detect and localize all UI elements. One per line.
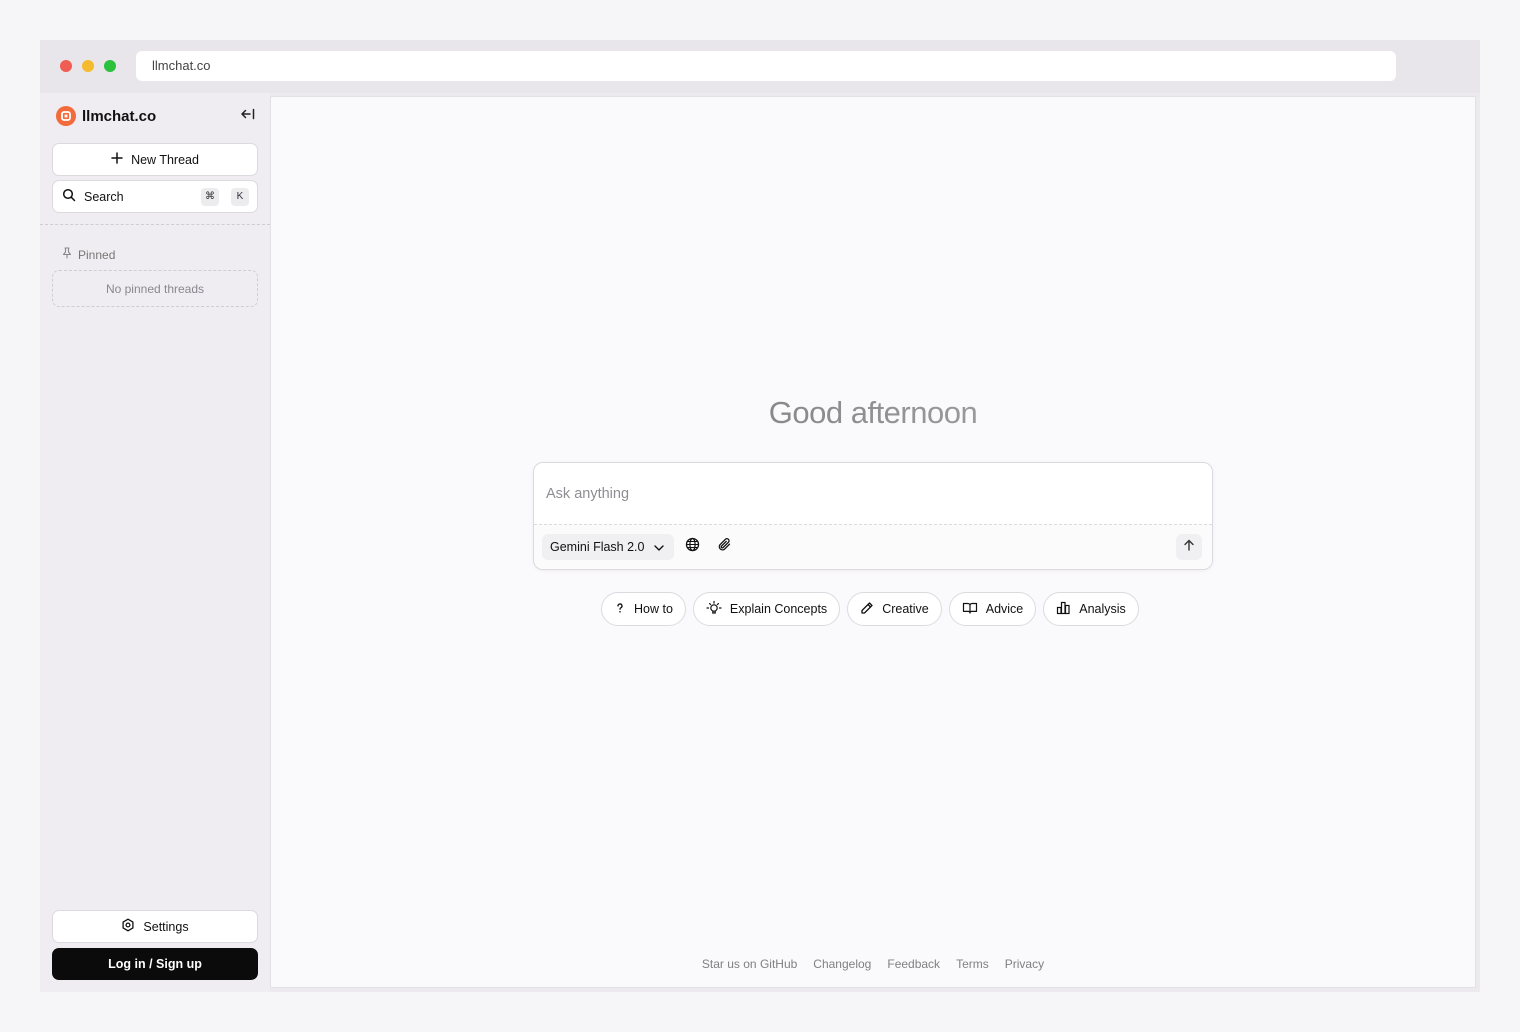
sidebar: llmchat.co New Thread Search ⌘ K Pinned … [40,93,270,992]
book-icon [962,601,978,618]
pencil-icon [860,601,874,618]
shortcut-k-key: K [231,187,249,206]
settings-gear-icon [121,918,135,935]
new-thread-button[interactable]: New Thread [52,143,258,176]
brand[interactable]: llmchat.co [56,106,156,126]
footer-link-terms[interactable]: Terms [956,957,989,971]
greeting-heading: Good afternoon [271,395,1475,431]
settings-button[interactable]: Settings [52,910,258,943]
chip-label: Advice [985,602,1024,616]
arrow-left-to-line-icon [240,107,256,126]
footer-links: Star us on GitHub Changelog Feedback Ter… [271,957,1475,971]
browser-window: llmchat.co llmchat.co New Thread Search [40,40,1480,992]
pin-icon [62,247,72,262]
suggestion-chips: How to Explain Concepts Creative Advice [601,592,1139,626]
arrow-up-icon [1183,538,1195,556]
chip-label: Explain Concepts [729,602,828,616]
chip-label: Creative [882,602,929,616]
prompt-input[interactable] [534,463,1212,524]
attach-file-button[interactable] [713,536,735,558]
shortcut-cmd-key: ⌘ [201,187,219,206]
chip-analysis[interactable]: Analysis [1043,592,1139,626]
plus-icon [111,152,123,167]
pinned-label: Pinned [78,247,116,262]
bar-chart-icon [1056,601,1071,618]
sidebar-divider [40,224,270,225]
chip-label: Analysis [1079,602,1126,616]
chat-composer: Gemini Flash 2.0 [533,462,1213,570]
maximize-window-button[interactable] [104,60,116,72]
chevron-down-icon [654,540,665,554]
main-panel: Good afternoon Gemini Flash 2.0 [270,96,1476,988]
footer-link-feedback[interactable]: Feedback [887,957,940,971]
login-signup-button[interactable]: Log in / Sign up [52,948,258,980]
address-bar[interactable]: llmchat.co [136,51,1396,81]
chip-creative[interactable]: Creative [847,592,942,626]
search-label: Search [84,189,124,204]
send-button[interactable] [1176,534,1202,560]
model-selector-label: Gemini Flash 2.0 [550,540,645,554]
minimize-window-button[interactable] [82,60,94,72]
pinned-empty-state: No pinned threads [52,270,258,307]
brand-logo-icon [56,106,76,126]
search-button[interactable]: Search ⌘ K [52,180,258,213]
chip-explain-concepts[interactable]: Explain Concepts [692,592,841,626]
question-icon [614,602,626,617]
chip-advice[interactable]: Advice [948,592,1037,626]
footer-link-github[interactable]: Star us on GitHub [702,957,797,971]
close-window-button[interactable] [60,60,72,72]
paperclip-icon [717,537,732,557]
web-search-toggle[interactable] [681,536,703,558]
chip-how-to[interactable]: How to [601,592,686,626]
composer-toolbar: Gemini Flash 2.0 [534,524,1212,569]
browser-titlebar: llmchat.co [40,40,1480,93]
new-thread-label: New Thread [131,152,199,167]
footer-link-changelog[interactable]: Changelog [813,957,871,971]
search-icon [62,188,76,205]
brand-name: llmchat.co [82,107,157,125]
lightbulb-icon [706,600,722,619]
model-selector[interactable]: Gemini Flash 2.0 [542,534,675,560]
footer-link-privacy[interactable]: Privacy [1005,957,1044,971]
collapse-sidebar-button[interactable] [236,106,260,126]
pinned-section-header: Pinned [62,247,115,262]
settings-label: Settings [143,919,189,934]
chip-label: How to [634,602,673,616]
globe-icon [685,537,700,557]
